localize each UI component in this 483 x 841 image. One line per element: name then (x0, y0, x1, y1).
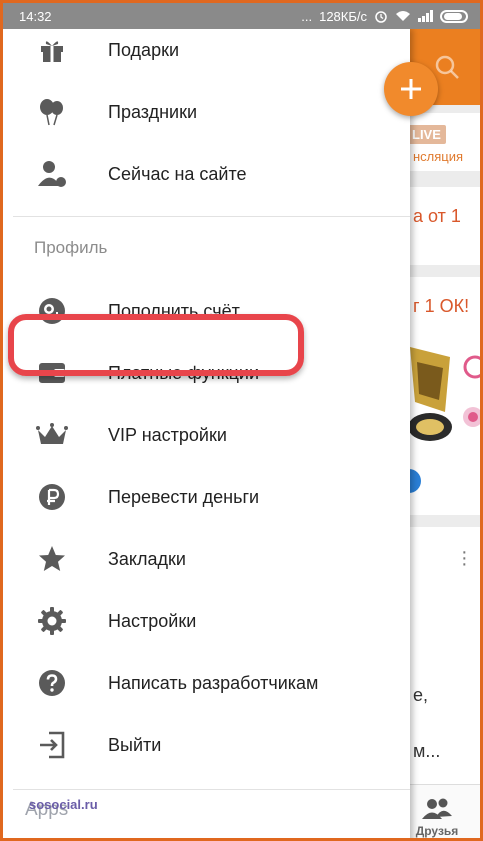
wallet-icon (36, 357, 68, 389)
status-indicators: ... 128КБ/с (301, 9, 468, 24)
menu-item-transfer-money[interactable]: Перевести деньги (3, 466, 410, 528)
watermark-logo: sosocial.ru (29, 797, 98, 812)
menu-item-vip-settings[interactable]: VIP настройки (3, 404, 410, 466)
plus-icon (401, 79, 421, 99)
ok-offer-text: г 1 ОК! (413, 296, 470, 316)
phone-screen: 14:32 ... 128КБ/с LIVE нсляция а от 1 г … (0, 0, 483, 841)
menu-item-settings[interactable]: Настройки (3, 590, 410, 652)
friends-icon (422, 798, 452, 819)
menu-item-label: Пополнить счёт (108, 300, 240, 321)
gift-icon (36, 34, 68, 66)
ruble-icon (36, 481, 68, 513)
live-badge: LIVE (407, 125, 446, 144)
feed-text: м... (413, 741, 441, 761)
menu-item-label: Праздники (108, 101, 198, 122)
menu-item-bookmarks[interactable]: Закладки (3, 528, 410, 590)
search-icon[interactable] (434, 54, 460, 80)
menu-item-label: Выйти (108, 734, 162, 755)
divider (13, 789, 410, 790)
battery-icon (440, 9, 468, 23)
divider (13, 216, 410, 217)
nav-friends-label: Друзья (415, 824, 459, 838)
status-bar: 14:32 ... 128КБ/с (3, 3, 480, 29)
menu-item-label: Настройки (108, 610, 197, 631)
menu-item-label: Сейчас на сайте (108, 163, 247, 184)
more-vert-icon[interactable]: · · · (461, 542, 468, 574)
wifi-icon (396, 11, 410, 21)
signal-icon (418, 10, 433, 22)
menu-item-top-up[interactable]: Пополнить счёт (3, 280, 410, 342)
add-fab-button[interactable] (384, 62, 438, 116)
promo-text: а от 1 (413, 206, 461, 226)
live-caption: нсляция (413, 149, 464, 164)
user-online-icon (36, 158, 68, 190)
section-title-profile: Профиль (34, 238, 108, 257)
menu-item-label: VIP настройки (108, 424, 227, 445)
sticker-image (408, 347, 452, 441)
nav-friends[interactable]: Друзья (409, 797, 465, 838)
status-dots: ... (301, 8, 313, 24)
alarm-icon (375, 11, 387, 23)
menu-item-online-now[interactable]: Сейчас на сайте (3, 143, 410, 205)
menu-item-label: Перевести деньги (108, 486, 260, 507)
network-speed: 128КБ/с (319, 8, 367, 24)
balloons-icon (36, 96, 68, 128)
feed-text: е, (413, 685, 429, 705)
menu-item-label: Написать разработчикам (108, 672, 319, 693)
navigation-drawer: Подарки Праздники Сейчас на сайте Профил… (3, 29, 410, 838)
menu-item-logout[interactable]: Выйти (3, 714, 410, 776)
menu-item-contact-developers[interactable]: Написать разработчикам (3, 652, 410, 714)
star-icon (36, 543, 68, 575)
menu-item-paid-features[interactable]: Платные функции (3, 342, 410, 404)
crown-icon (36, 419, 68, 451)
sticker-image (463, 355, 480, 427)
menu-item-holidays[interactable]: Праздники (3, 81, 410, 143)
menu-item-label: Подарки (108, 39, 180, 60)
status-time: 14:32 (19, 8, 52, 24)
gear-icon (36, 605, 68, 637)
help-icon (36, 667, 68, 699)
logout-icon (36, 729, 68, 761)
menu-item-label: Закладки (108, 548, 186, 569)
menu-item-label: Платные функции (108, 362, 260, 383)
add-funds-icon (36, 295, 68, 327)
